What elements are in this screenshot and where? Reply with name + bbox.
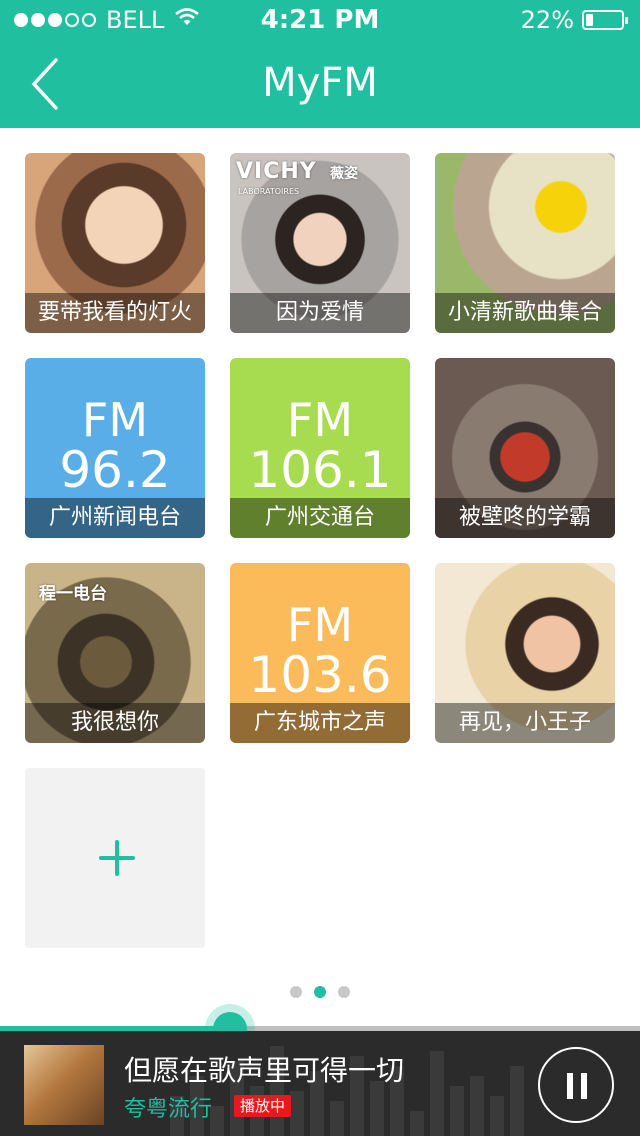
equalizer-bar [290, 1091, 304, 1136]
fm-label: FM [81, 393, 149, 447]
station-tile-1[interactable]: 要带我看的灯火 [25, 153, 205, 333]
equalizer-bar [410, 1111, 424, 1136]
fm-label: FM [286, 598, 354, 652]
page-indicator [0, 986, 640, 998]
fm-label-block: FM 96.2 [25, 396, 205, 496]
pause-button[interactable] [538, 1047, 614, 1123]
equalizer-bar [330, 1101, 344, 1136]
album-cover[interactable] [24, 1045, 104, 1125]
battery-icon [582, 10, 628, 30]
page-dot-3[interactable] [338, 986, 350, 998]
battery-fill [586, 14, 594, 26]
station-tile-4[interactable]: FM 96.2 广州新闻电台 [25, 358, 205, 538]
status-bar: BELL 4:21 PM 22% [0, 0, 640, 40]
fm-label-block: FM 106.1 [230, 396, 410, 496]
station-caption: 要带我看的灯火 [25, 293, 205, 333]
fm-frequency: 106.1 [248, 441, 392, 499]
page-dot-2[interactable] [314, 986, 326, 998]
station-tile-3[interactable]: 小清新歌曲集合 [435, 153, 615, 333]
station-tile-9[interactable]: 再见，小王子 [435, 563, 615, 743]
fm-label: FM [286, 393, 354, 447]
station-caption: 小清新歌曲集合 [435, 293, 615, 333]
station-caption: 广东城市之声 [230, 703, 410, 743]
station-caption: 再见，小王子 [435, 703, 615, 743]
station-tile-7[interactable]: 程一电台 我很想你 [25, 563, 205, 743]
page-dot-1[interactable] [290, 986, 302, 998]
station-caption: 广州交通台 [230, 498, 410, 538]
equalizer-bar [210, 1106, 224, 1136]
now-playing-bar: 但愿在歌声里可得一切 夸粤流行 播放中 [0, 1031, 640, 1136]
station-tile-2[interactable]: VICHY 薇姿 LABORATOIRES 因为爱情 [230, 153, 410, 333]
ad-brand-text: VICHY [236, 159, 317, 184]
equalizer-bar [510, 1066, 524, 1136]
add-station-button[interactable] [25, 768, 205, 948]
station-caption: 我很想你 [25, 703, 205, 743]
station-tile-8[interactable]: FM 103.6 广东城市之声 [230, 563, 410, 743]
battery-percent: 22% [520, 6, 574, 34]
station-caption: 因为爱情 [230, 293, 410, 333]
ad-brand-cn-text: 薇姿 [330, 166, 358, 182]
fm-frequency: 103.6 [248, 646, 392, 704]
status-right: 22% [520, 6, 628, 34]
ad-subtext: LABORATOIRES [238, 187, 300, 196]
fm-frequency: 96.2 [59, 441, 171, 499]
equalizer-bar [370, 1081, 384, 1136]
artist-name: 夸粤流行 [124, 1097, 213, 1122]
app-header: BELL 4:21 PM 22% MyFM [0, 0, 640, 128]
playing-status-badge: 播放中 [234, 1095, 292, 1117]
station-tile-6[interactable]: 被壁咚的学霸 [435, 358, 615, 538]
equalizer-bar [490, 1096, 504, 1136]
radio-logo-text: 程一电台 [39, 584, 107, 604]
equalizer-bar [430, 1051, 444, 1136]
page-title: MyFM [262, 60, 378, 106]
station-tile-5[interactable]: FM 106.1 广州交通台 [230, 358, 410, 538]
station-caption: 被壁咚的学霸 [435, 498, 615, 538]
fm-label-block: FM 103.6 [230, 601, 410, 701]
station-caption: 广州新闻电台 [25, 498, 205, 538]
song-title: 但愿在歌声里可得一切 [124, 1054, 405, 1087]
equalizer-bar [450, 1086, 464, 1136]
equalizer-bar [470, 1076, 484, 1136]
